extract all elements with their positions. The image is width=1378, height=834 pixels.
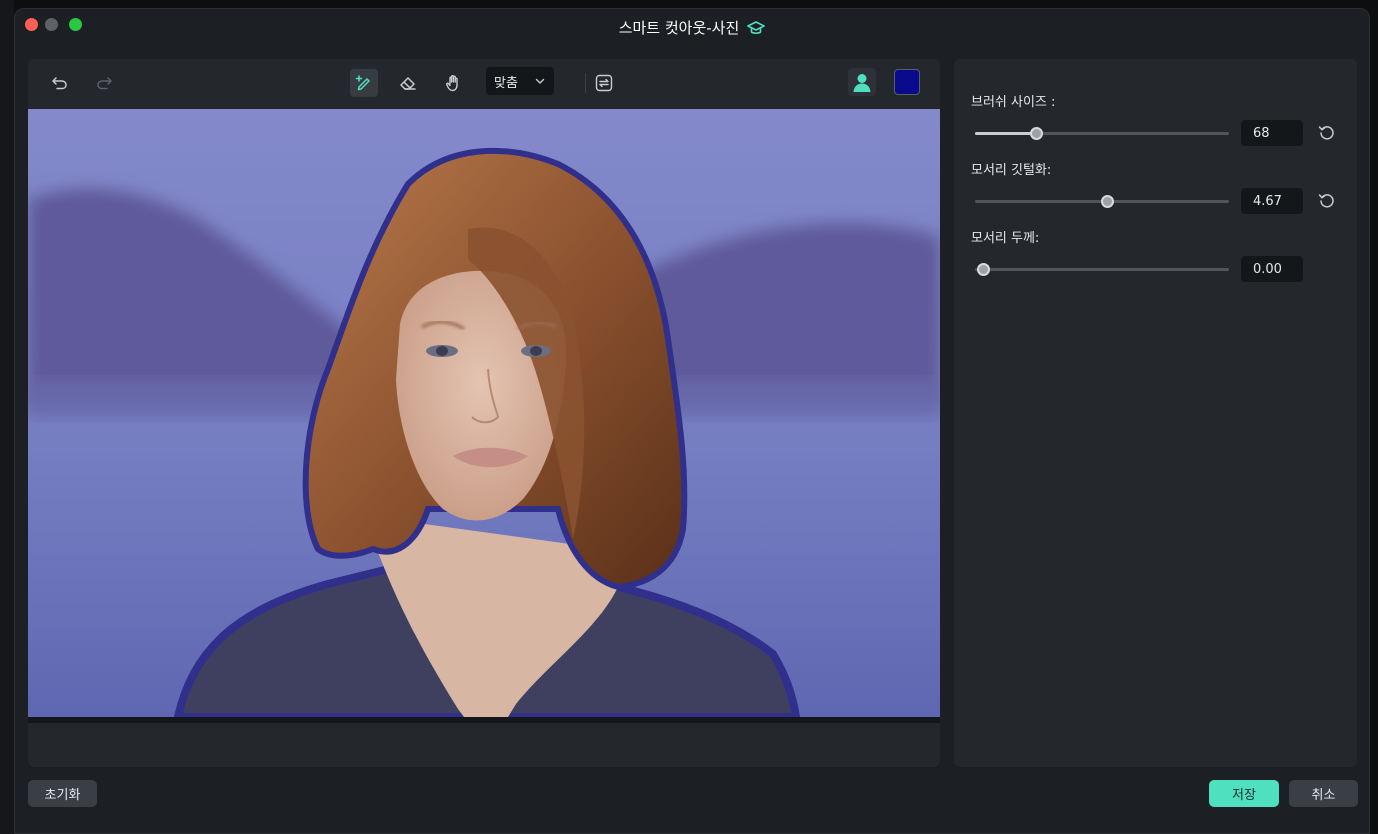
smart-cutout-dialog: 스마트 컷아웃-사진 맞춤 브러쉬 사이즈: 68 모서리 깃털화: 4.67… <box>14 8 1370 834</box>
smart-brush-icon <box>355 75 370 91</box>
reset-icon <box>1318 194 1334 208</box>
brush-size-slider[interactable] <box>975 127 1229 140</box>
settings-panel: 브러쉬 사이즈 : 68 모서리 깃털화: 4.67 모서리 두께: 0.00 <box>954 59 1357 767</box>
eraser-button[interactable] <box>394 69 422 97</box>
swap-button[interactable] <box>590 69 618 97</box>
canvas-bottom-bar <box>28 717 940 723</box>
brush-size-slider-knob[interactable] <box>1029 127 1043 140</box>
cancel-button[interactable]: 취소 <box>1289 780 1358 807</box>
save-button[interactable]: 저장 <box>1209 780 1279 807</box>
undo-button[interactable] <box>46 69 74 97</box>
edge-thickness-slider-knob[interactable] <box>976 263 990 276</box>
swap-icon <box>595 74 613 92</box>
mask-color-swatch[interactable] <box>894 69 920 95</box>
portrait-photo <box>28 109 940 717</box>
cutout-image-canvas[interactable] <box>28 109 940 717</box>
title-bar: 스마트 컷아웃-사진 <box>15 9 1369 45</box>
brush-size-label: 브러쉬 사이즈 : <box>971 95 1056 110</box>
reset-button[interactable]: 초기화 <box>28 780 97 807</box>
graduation-cap-icon[interactable] <box>747 20 766 36</box>
edge-feather-label: 모서리 깃털화: <box>971 163 1052 178</box>
undo-icon <box>52 77 67 90</box>
edge-thickness-label: 모서리 두께: <box>971 231 1040 246</box>
brush-size-slider-fill <box>975 132 1036 135</box>
edge-feather-value: 4.67 <box>1253 193 1282 209</box>
editor-toolbar: 맞춤 <box>28 59 940 107</box>
edge-thickness-input[interactable]: 0.00 <box>1241 256 1303 282</box>
eraser-icon <box>400 77 416 90</box>
edge-feather-slider[interactable] <box>975 195 1229 208</box>
edge-feather-slider-fill <box>975 200 1107 203</box>
redo-icon <box>97 77 112 90</box>
edge-feather-reset-button[interactable] <box>1317 191 1337 211</box>
smart-brush-button[interactable] <box>350 69 378 97</box>
edge-feather-slider-knob[interactable] <box>1101 195 1115 208</box>
foreground-preview-button[interactable] <box>848 68 876 96</box>
reset-icon <box>1318 126 1334 140</box>
window-title: 스마트 컷아웃-사진 <box>618 19 740 37</box>
brush-size-reset-button[interactable] <box>1317 123 1337 143</box>
brush-size-input[interactable]: 68 <box>1241 120 1303 146</box>
zoom-select[interactable]: 맞춤 <box>486 67 554 95</box>
hand-tool-button[interactable] <box>440 69 468 97</box>
edge-feather-input[interactable]: 4.67 <box>1241 188 1303 214</box>
edge-thickness-slider[interactable] <box>975 263 1229 276</box>
zoom-select-value: 맞춤 <box>494 75 518 91</box>
brush-size-value: 68 <box>1253 125 1270 141</box>
toolbar-divider <box>585 73 586 93</box>
editor-pane: 맞춤 <box>28 59 940 767</box>
background-app-left <box>0 0 14 834</box>
edge-thickness-value: 0.00 <box>1253 261 1282 277</box>
hand-icon <box>446 75 458 92</box>
person-icon <box>853 74 871 92</box>
chevron-down-icon <box>535 78 545 84</box>
redo-button[interactable] <box>90 69 118 97</box>
